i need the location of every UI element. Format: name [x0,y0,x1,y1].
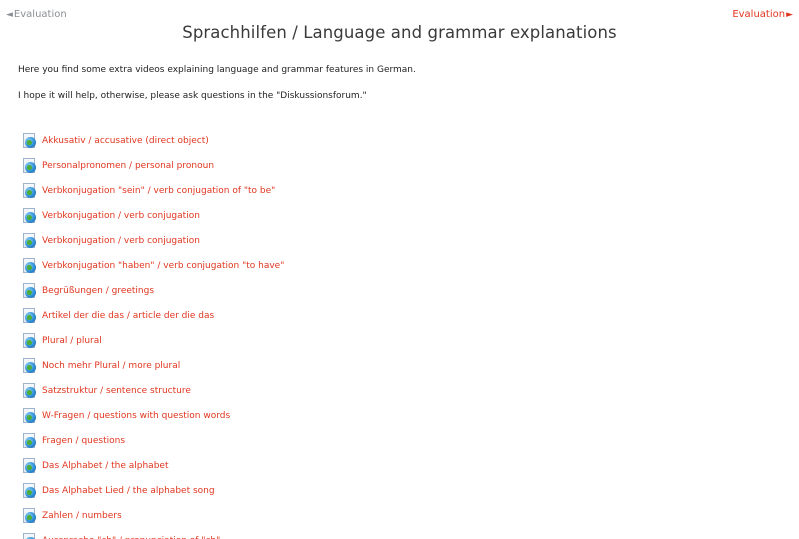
list-item[interactable]: Verbkonjugation / verb conjugation [22,203,284,228]
url-globe-icon[interactable] [22,282,38,299]
previous-activity-link[interactable]: ◄ Evaluation [6,9,67,20]
list-item[interactable]: W-Fragen / questions with question words [22,403,284,428]
url-globe-icon[interactable] [22,207,38,224]
resource-link[interactable]: Zahlen / numbers [42,511,122,521]
list-item[interactable]: Noch mehr Plural / more plural [22,353,284,378]
resource-link[interactable]: Artikel der die das / article der die da… [42,311,214,321]
resource-link[interactable]: Verbkonjugation / verb conjugation [42,211,200,221]
arrow-left-icon: ◄ [6,9,13,20]
resource-link-list: Akkusativ / accusative (direct object) Pe… [22,128,284,539]
page-title: Sprachhilfen / Language and grammar expl… [182,23,617,42]
url-globe-icon[interactable] [22,532,38,539]
url-globe-icon[interactable] [22,407,38,424]
resource-link[interactable]: Das Alphabet / the alphabet [42,461,168,471]
previous-activity-label: Evaluation [13,9,67,20]
arrow-right-icon: ► [786,9,793,20]
list-item[interactable]: Akkusativ / accusative (direct object) [22,128,284,153]
resource-link[interactable]: Noch mehr Plural / more plural [42,361,180,371]
url-globe-icon[interactable] [22,232,38,249]
next-activity-label: Evaluation [732,9,786,20]
intro-text: Here you find some extra videos explaini… [18,65,416,75]
resource-link[interactable]: Akkusativ / accusative (direct object) [42,136,209,146]
list-item[interactable]: Verbkonjugation "haben" / verb conjugati… [22,253,284,278]
url-globe-icon[interactable] [22,257,38,274]
next-activity-link[interactable]: Evaluation ► [732,9,793,20]
resource-link[interactable]: Satzstruktur / sentence structure [42,386,191,396]
url-globe-icon[interactable] [22,507,38,524]
url-globe-icon[interactable] [22,332,38,349]
url-globe-icon[interactable] [22,432,38,449]
list-item[interactable]: Plural / plural [22,328,284,353]
url-globe-icon[interactable] [22,457,38,474]
list-item[interactable]: Verbkonjugation "sein" / verb conjugatio… [22,178,284,203]
url-globe-icon[interactable] [22,482,38,499]
intro-text-help: I hope it will help, otherwise, please a… [18,91,367,101]
resource-link[interactable]: Plural / plural [42,336,102,346]
list-item[interactable]: Verbkonjugation / verb conjugation [22,228,284,253]
list-item[interactable]: Das Alphabet / the alphabet [22,453,284,478]
resource-link[interactable]: W-Fragen / questions with question words [42,411,230,421]
list-item[interactable]: Personalpronomen / personal pronoun [22,153,284,178]
resource-link[interactable]: Verbkonjugation "sein" / verb conjugatio… [42,186,275,196]
list-item[interactable]: Das Alphabet Lied / the alphabet song [22,478,284,503]
url-globe-icon[interactable] [22,382,38,399]
url-globe-icon[interactable] [22,357,38,374]
resource-link[interactable]: Das Alphabet Lied / the alphabet song [42,486,215,496]
resource-link[interactable]: Verbkonjugation / verb conjugation [42,236,200,246]
list-item[interactable]: Zahlen / numbers [22,503,284,528]
resource-link[interactable]: Fragen / questions [42,436,125,446]
list-item[interactable]: Fragen / questions [22,428,284,453]
url-globe-icon[interactable] [22,182,38,199]
resource-link[interactable]: Begrüßungen / greetings [42,286,154,296]
list-item[interactable]: Aussprache "ch" / pronunciation of "ch" [22,528,284,539]
resource-link[interactable]: Verbkonjugation "haben" / verb conjugati… [42,261,284,271]
url-globe-icon[interactable] [22,132,38,149]
list-item[interactable]: Begrüßungen / greetings [22,278,284,303]
url-globe-icon[interactable] [22,157,38,174]
list-item[interactable]: Satzstruktur / sentence structure [22,378,284,403]
list-item[interactable]: Artikel der die das / article der die da… [22,303,284,328]
resource-link[interactable]: Personalpronomen / personal pronoun [42,161,214,171]
course-page: ◄ Evaluation Evaluation ► Sprachhilfen /… [0,0,799,539]
resource-link[interactable]: Aussprache "ch" / pronunciation of "ch" [42,536,220,539]
url-globe-icon[interactable] [22,307,38,324]
